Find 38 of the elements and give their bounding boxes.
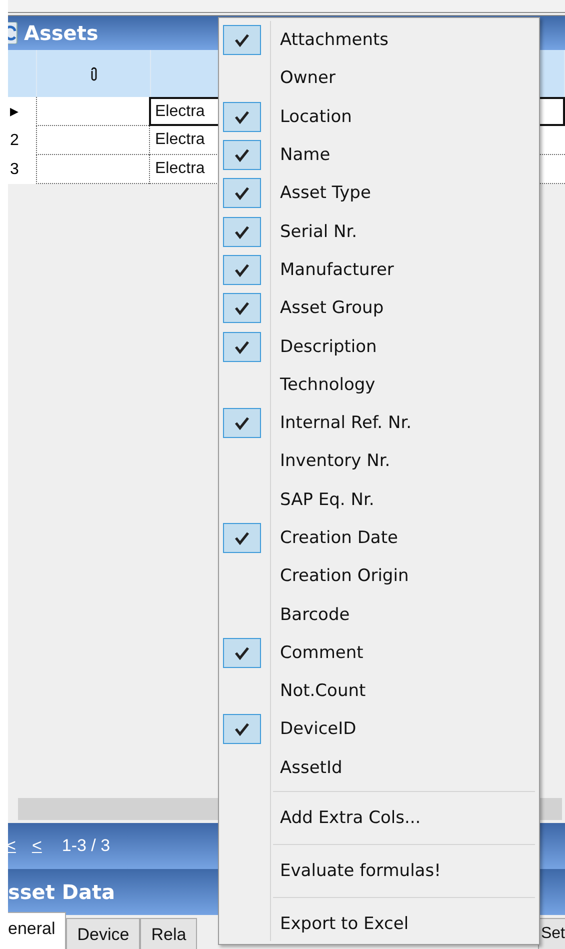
menu-item[interactable]: Manufacturer [223, 250, 535, 290]
row-pointer: ▶ [9, 105, 18, 118]
menu-item[interactable]: Serial Nr. [223, 212, 535, 251]
menu-item[interactable]: Barcode [223, 595, 535, 634]
table-cell: Electra [155, 131, 205, 149]
menu-item[interactable]: Evaluate formulas! [223, 848, 535, 893]
menu-item[interactable]: Attachments [223, 21, 535, 60]
panel-title: Assets [24, 21, 98, 45]
tab[interactable]: Rela [140, 918, 198, 949]
menu-item[interactable]: Location [223, 98, 535, 136]
panel-title: sset Data [8, 880, 116, 904]
menu-item[interactable]: Add Extra Cols... [223, 796, 535, 840]
menu-item[interactable]: Asset Group [223, 289, 535, 328]
menu-item[interactable]: Name [223, 136, 535, 174]
menu-item[interactable]: Creation Origin [223, 557, 535, 596]
refresh-icon[interactable] [8, 22, 18, 44]
menu-item[interactable]: SAP Eq. Nr. [223, 480, 535, 519]
tab[interactable]: Set [538, 918, 565, 949]
menu-item[interactable]: Technology [223, 366, 535, 404]
row-number: 2 [9, 132, 19, 150]
menu-item[interactable]: DeviceID [223, 710, 535, 749]
menu-item[interactable]: Description [223, 327, 535, 366]
menu-item[interactable]: Creation Date [223, 518, 535, 558]
tab[interactable]: eneral [8, 912, 66, 949]
record-range: 1-3 / 3 [62, 836, 110, 856]
menu-item[interactable]: Not.Count [223, 672, 535, 710]
menu-item[interactable]: Internal Ref. Nr. [223, 404, 535, 442]
menu-item[interactable]: Inventory Nr. [223, 442, 535, 481]
menu-item[interactable]: Asset Type [223, 174, 535, 212]
menu-item[interactable]: AssetId [223, 748, 535, 787]
paperclip-icon[interactable] [90, 66, 98, 80]
tab[interactable]: Device [66, 918, 140, 949]
table-cell: Electra [155, 102, 205, 120]
previous-page-link[interactable]: < [32, 836, 42, 856]
row-number: 3 [9, 160, 19, 178]
menu-item[interactable]: Comment [223, 634, 535, 672]
table-cell: Electra [155, 160, 205, 178]
menu-item[interactable]: Export to Excel [223, 902, 535, 946]
